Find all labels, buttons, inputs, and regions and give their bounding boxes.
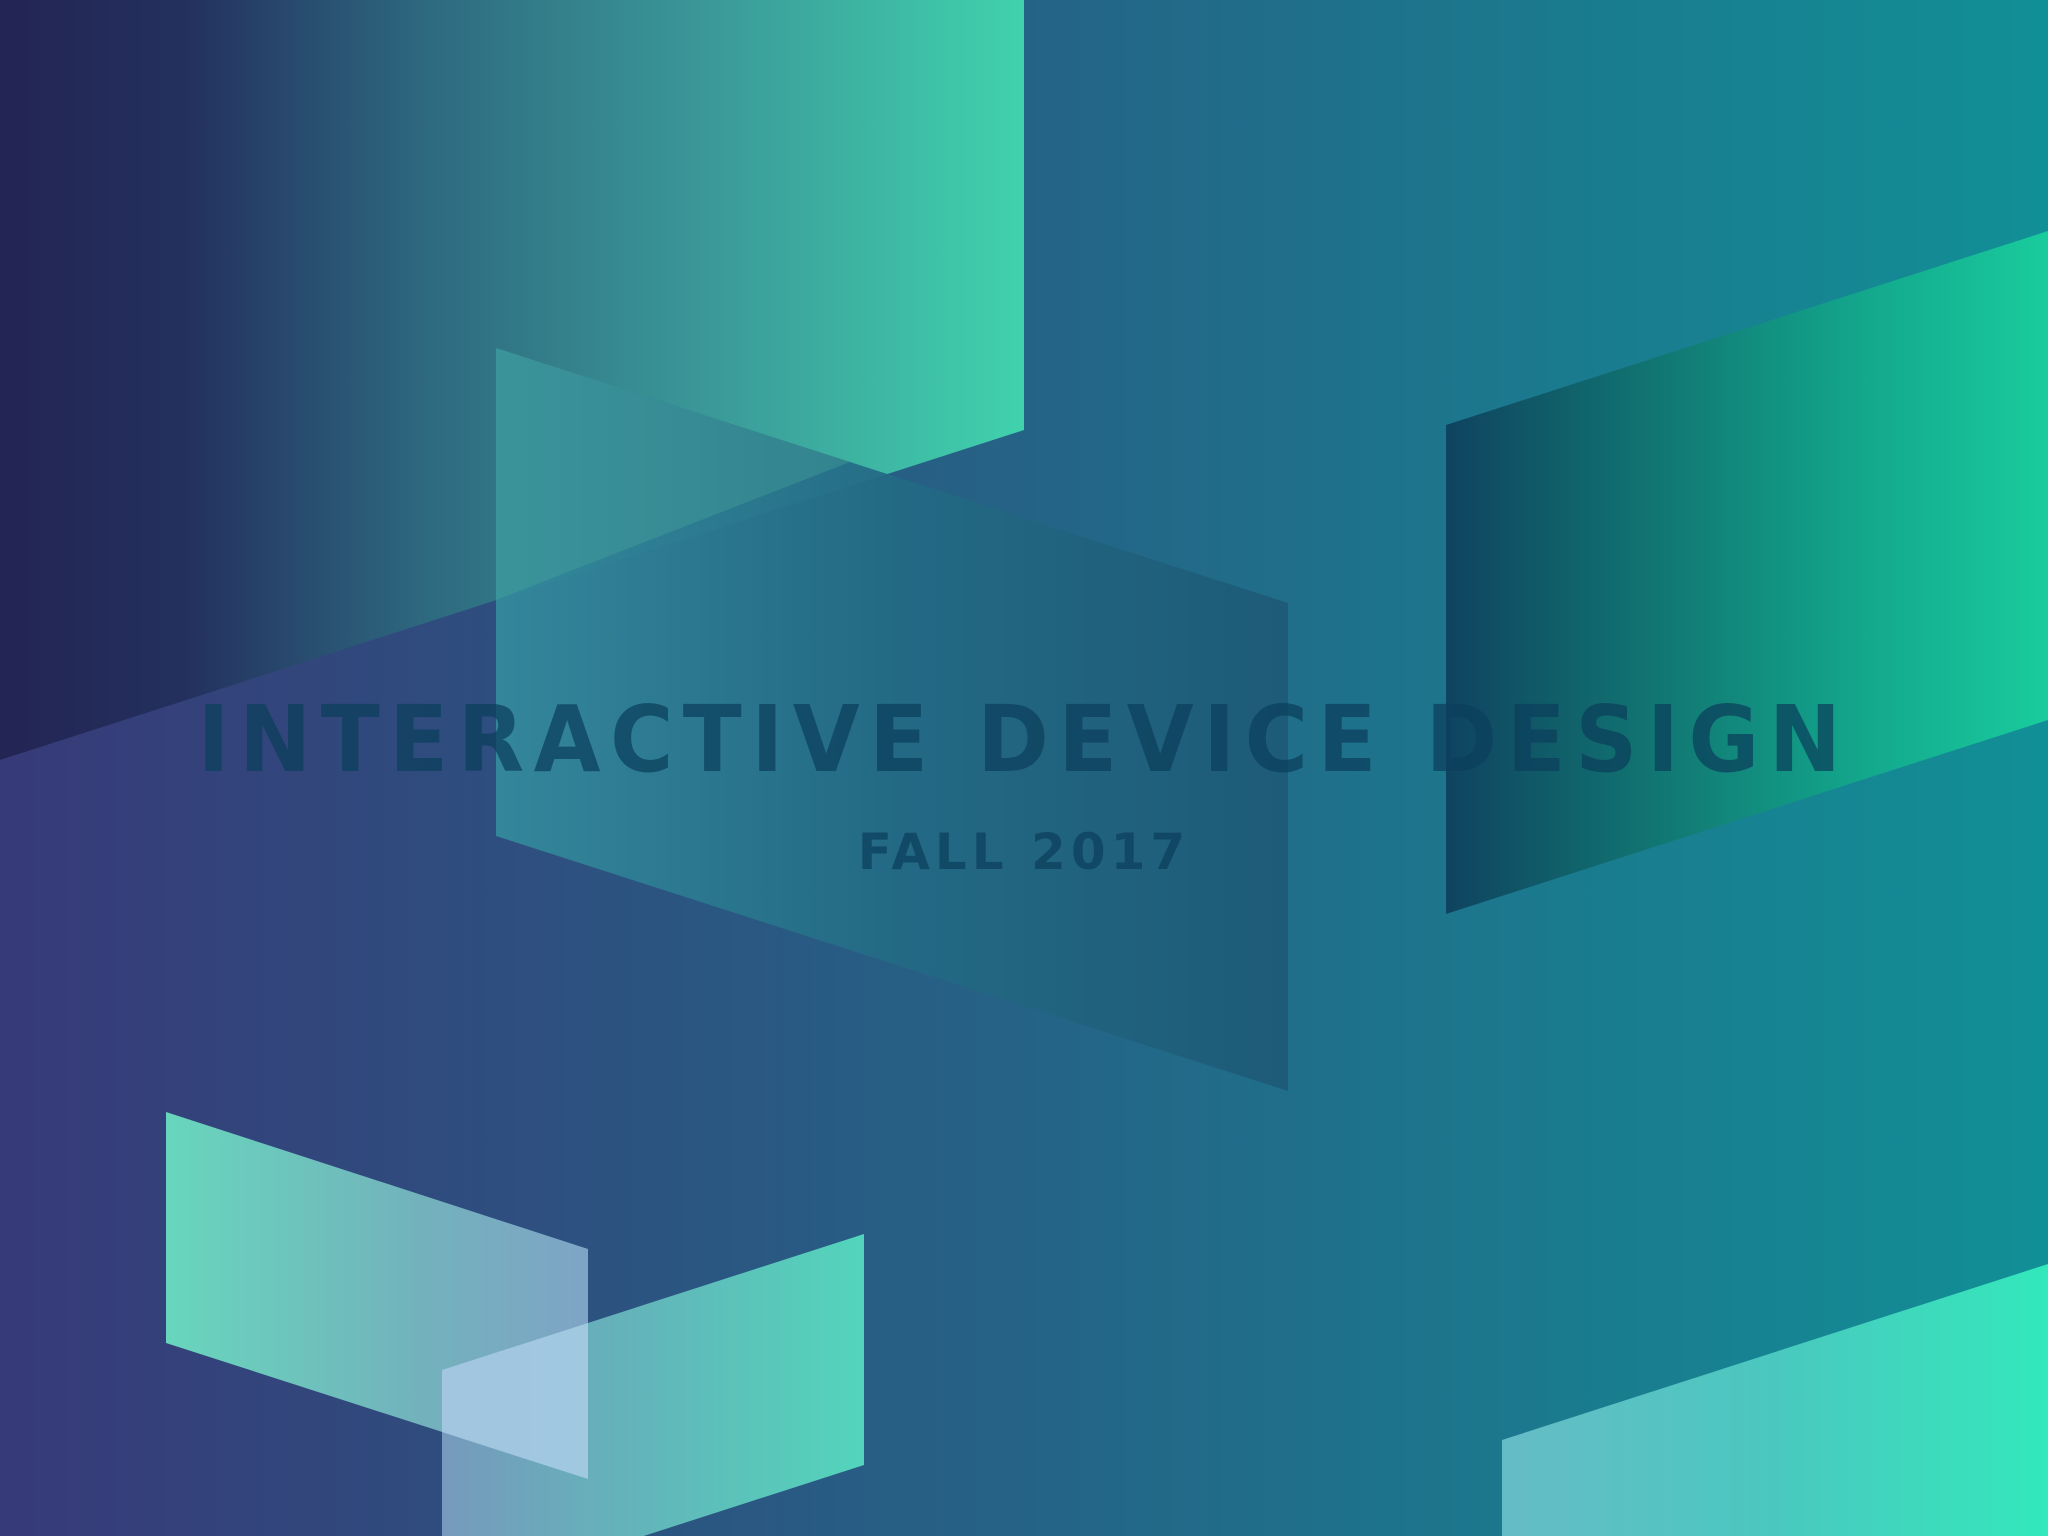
slide-title: INTERACTIVE DEVICE DESIGN — [197, 686, 1851, 793]
slide-subtitle: FALL 2017 — [857, 823, 1191, 881]
title-slide: INTERACTIVE DEVICE DESIGN FALL 2017 — [0, 0, 2048, 1536]
